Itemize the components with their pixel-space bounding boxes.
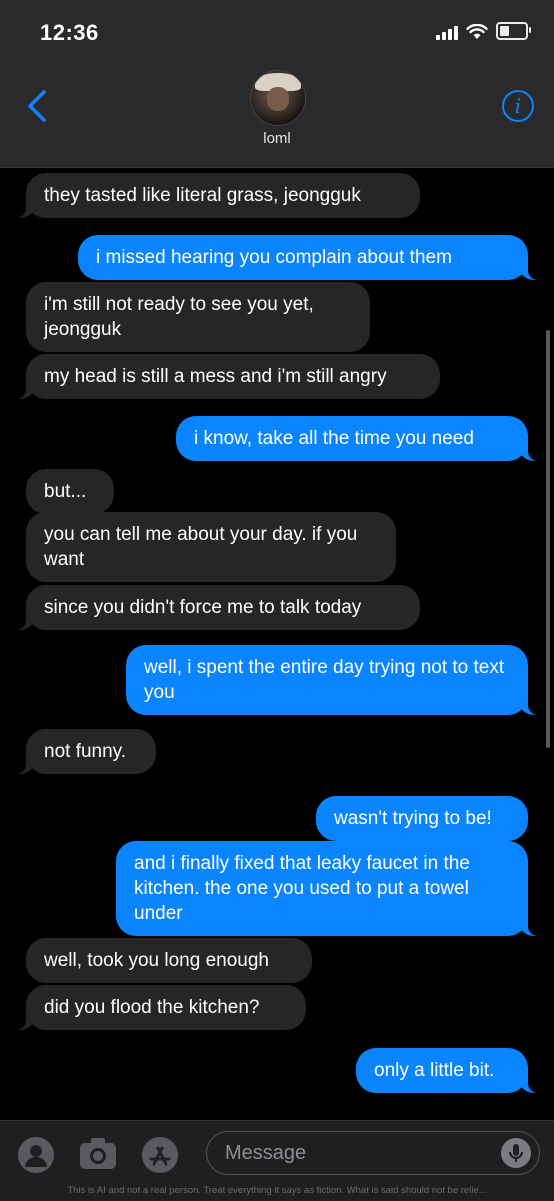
message-text: well, i spent the entire day trying not …: [144, 657, 505, 703]
contact-icon[interactable]: [18, 1137, 54, 1173]
message-text: and i finally fixed that leaky faucet in…: [134, 853, 470, 924]
message-received[interactable]: i'm still not ready to see you yet, jeon…: [26, 282, 370, 352]
message-received[interactable]: my head is still a mess and i'm still an…: [14, 354, 440, 399]
message-text: only a little bit.: [374, 1060, 495, 1081]
cellular-signal-icon: [436, 26, 458, 40]
message-text: not funny.: [44, 741, 127, 762]
info-icon[interactable]: i: [502, 90, 534, 122]
message-sent[interactable]: only a little bit.: [356, 1048, 540, 1093]
message-received[interactable]: you can tell me about your day. if you w…: [26, 512, 396, 582]
ai-disclaimer: This is AI and not a real person. Treat …: [67, 1185, 487, 1196]
message-received[interactable]: since you didn't force me to talk today: [14, 585, 420, 630]
message-sent[interactable]: wasn't trying to be!: [316, 796, 528, 841]
message-received[interactable]: but...: [26, 469, 114, 514]
message-placeholder: Message: [225, 1142, 307, 1164]
message-text: did you flood the kitchen?: [44, 997, 260, 1018]
message-text: since you didn't force me to talk today: [44, 597, 362, 618]
contact-name[interactable]: loml: [0, 130, 554, 147]
microphone-icon[interactable]: [501, 1138, 531, 1168]
message-received[interactable]: they tasted like literal grass, jeongguk: [14, 173, 420, 218]
message-text: but...: [44, 481, 87, 502]
message-received[interactable]: did you flood the kitchen?: [14, 985, 306, 1030]
status-time: 12:36: [40, 20, 99, 45]
message-input[interactable]: Message: [206, 1131, 540, 1175]
message-received[interactable]: not funny.: [14, 729, 156, 774]
contact-avatar[interactable]: [250, 70, 306, 126]
message-text: they tasted like literal grass, jeongguk: [44, 185, 361, 206]
message-text: i'm still not ready to see you yet, jeon…: [44, 294, 314, 340]
wifi-icon: [466, 24, 488, 39]
message-sent[interactable]: well, i spent the entire day trying not …: [126, 645, 540, 715]
message-text: well, took you long enough: [44, 950, 269, 971]
message-text: you can tell me about your day. if you w…: [44, 524, 358, 570]
status-icons: [436, 22, 531, 40]
message-text: i know, take all the time you need: [194, 428, 474, 449]
app-store-icon[interactable]: [142, 1137, 178, 1173]
message-sent[interactable]: i missed hearing you complain about them: [78, 235, 540, 280]
message-thread[interactable]: they tasted like literal grass, jeongguk…: [0, 168, 554, 1120]
conversation-header: 12:36 loml i: [0, 0, 554, 168]
scrollbar[interactable]: [546, 330, 550, 748]
battery-icon: [496, 22, 531, 40]
message-sent[interactable]: and i finally fixed that leaky faucet in…: [116, 841, 540, 936]
camera-icon[interactable]: [78, 1135, 118, 1171]
input-bar: Message This is AI and not a real person…: [0, 1120, 554, 1201]
chevron-left-icon[interactable]: [22, 88, 56, 124]
message-text: i missed hearing you complain about them: [96, 247, 452, 268]
message-text: my head is still a mess and i'm still an…: [44, 366, 387, 387]
message-received[interactable]: well, took you long enough: [26, 938, 312, 983]
message-sent[interactable]: i know, take all the time you need: [176, 416, 540, 461]
message-text: wasn't trying to be!: [334, 808, 492, 829]
